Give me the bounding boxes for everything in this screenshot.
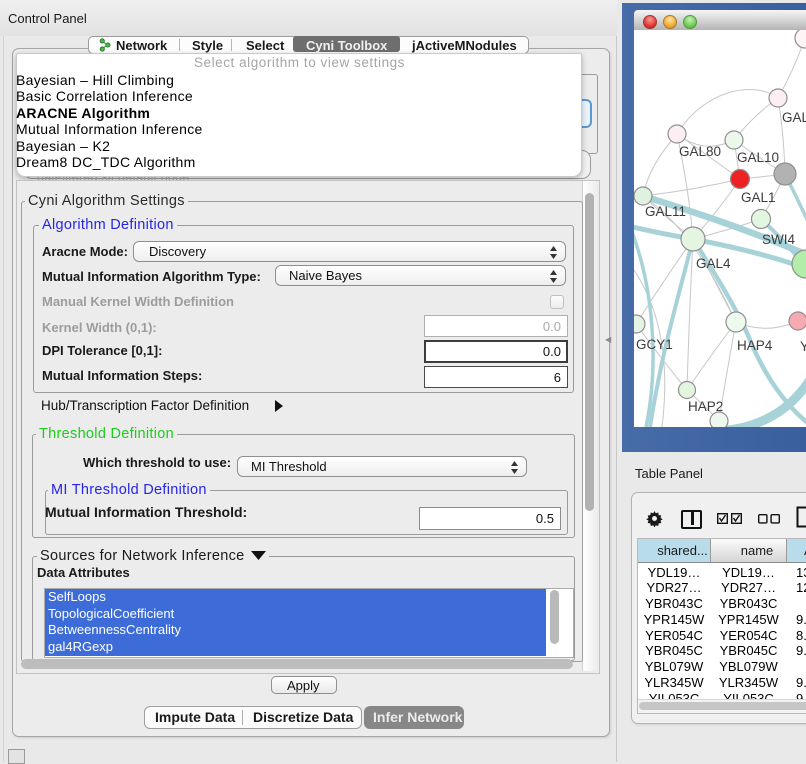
svg-text:GAL10: GAL10	[737, 150, 779, 165]
svg-text:YJ: YJ	[800, 339, 806, 354]
svg-text:GCY1: GCY1	[636, 337, 673, 352]
svg-text:HAP4: HAP4	[737, 338, 773, 353]
svg-text:HAP2: HAP2	[688, 399, 723, 414]
svg-text:GAL80: GAL80	[679, 144, 721, 159]
svg-text:GAL7: GAL7	[782, 110, 806, 125]
svg-text:SWI4: SWI4	[762, 232, 795, 247]
svg-text:GAL11: GAL11	[645, 204, 686, 219]
svg-text:GAL4: GAL4	[696, 256, 731, 271]
svg-text:GAL1: GAL1	[741, 190, 776, 205]
